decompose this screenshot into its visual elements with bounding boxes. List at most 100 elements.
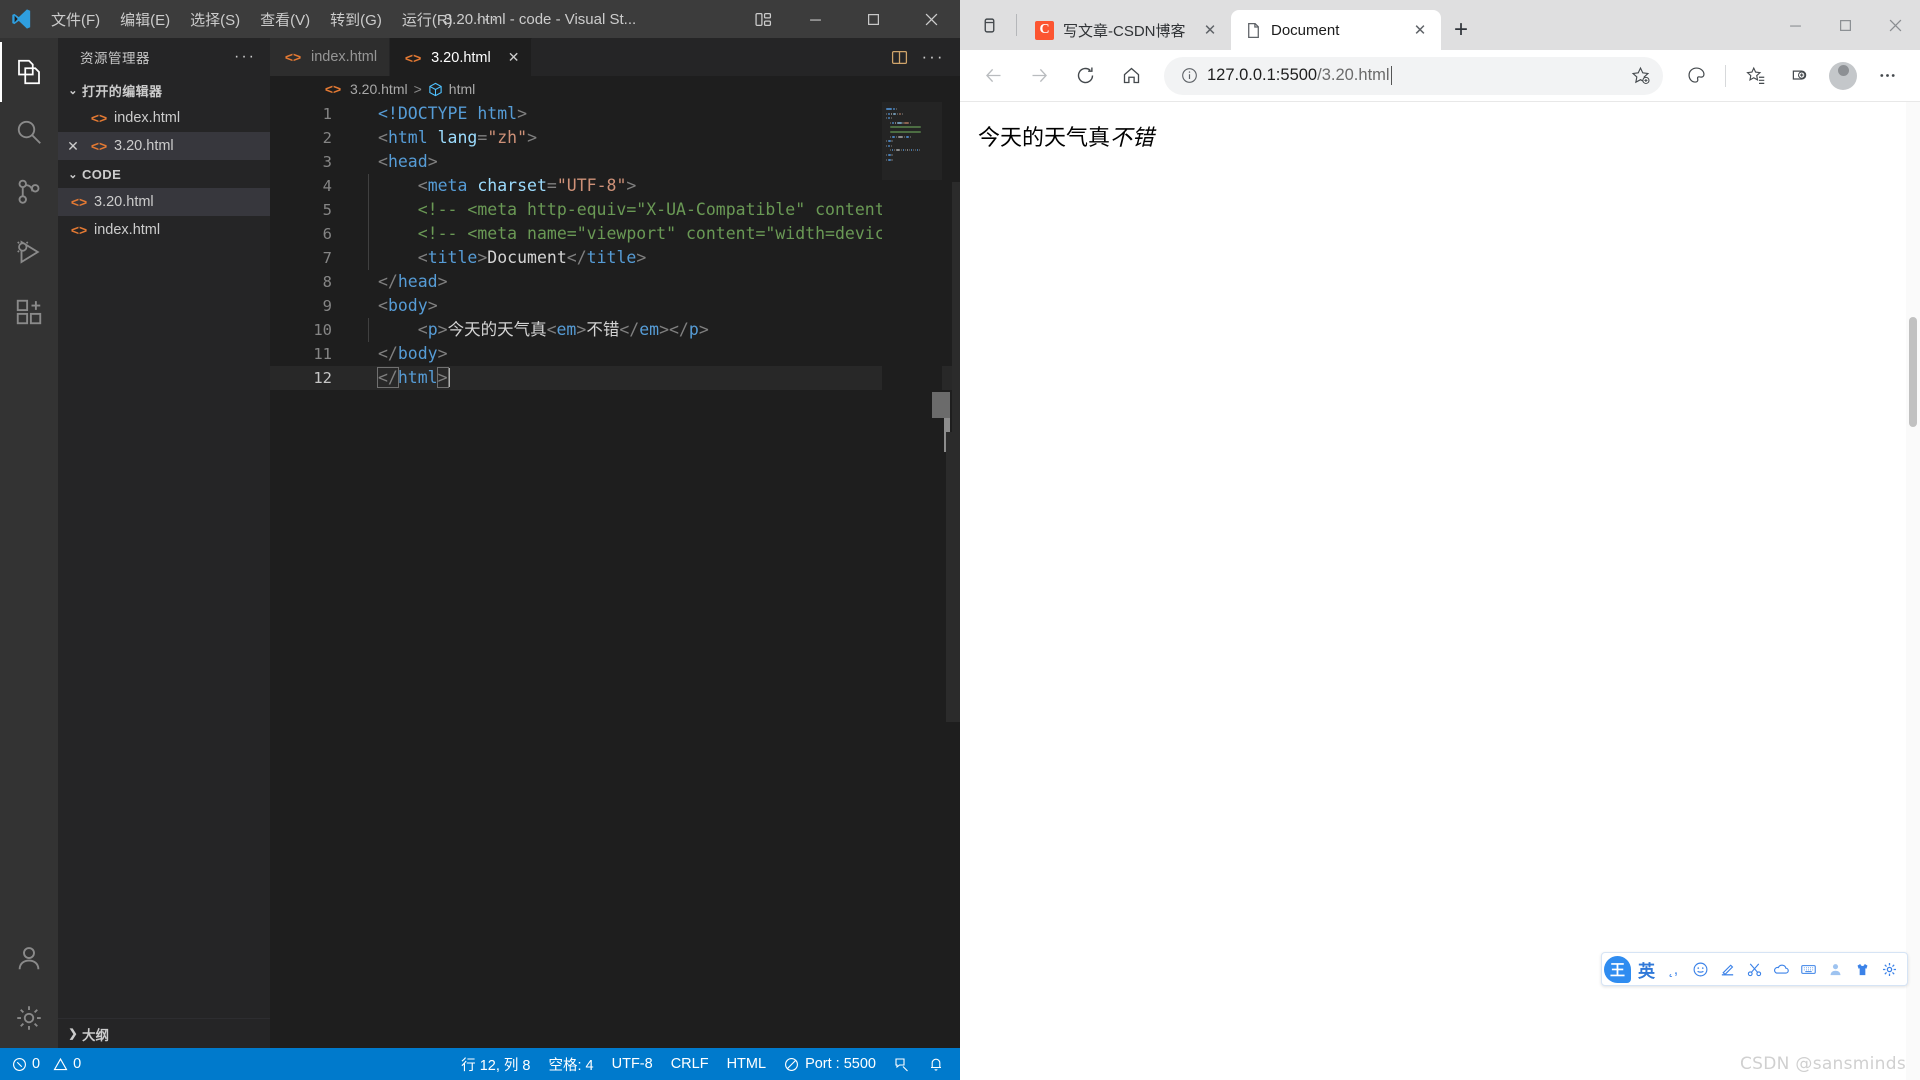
code-line-text[interactable]: <head> [358,150,438,174]
open-editors-section-header[interactable]: ⌄ 打开的编辑器 [58,76,270,104]
code-line[interactable]: 7 <title>Document</title> [270,246,960,270]
code-line[interactable]: 11 </body> [270,342,960,366]
code-line-text[interactable]: </head> [358,270,448,294]
editor-vertical-scrollbar[interactable] [942,102,960,1048]
status-problems[interactable]: 0 0 [12,1056,81,1072]
menu-selection[interactable]: 选择(S) [181,5,249,34]
status-live-server[interactable]: Port : 5500 [784,1056,876,1072]
code-line[interactable]: 4 <meta charset="UTF-8"> [270,174,960,198]
code-line[interactable]: 10 <p>今天的天气真<em>不错</em></p> [270,318,960,342]
address-bar[interactable]: 127.0.0.1:5500/3.20.html [1164,56,1663,95]
close-button[interactable] [902,0,960,38]
customize-layout-icon[interactable] [740,11,786,28]
site-info-icon[interactable] [1176,66,1199,85]
code-lines[interactable]: 1 <!DOCTYPE html> 2 <html lang="zh"> 3 <head>… [270,102,960,390]
code-line-text[interactable]: <!-- <meta http-equiv="X-UA-Compatible" … [358,198,914,222]
sidebar-item-explorer[interactable] [0,42,58,102]
sidebar-item-source-control[interactable] [0,162,58,222]
menu-file[interactable]: 文件(F) [42,5,109,34]
sidebar-item-accounts[interactable] [0,928,58,988]
code-line-text[interactable]: <meta charset="UTF-8"> [358,174,636,198]
user-icon[interactable] [1824,956,1847,982]
tab-index-html[interactable]: <> index.html [270,38,391,76]
close-button[interactable] [1870,0,1920,50]
browser-essentials-button[interactable] [1778,55,1820,97]
url-text[interactable]: 127.0.0.1:5500/3.20.html [1207,66,1622,85]
menu-more[interactable]: ··· [464,5,511,33]
code-line[interactable]: 8 </head> [270,270,960,294]
cloud-icon[interactable] [1770,956,1793,982]
file-row-320[interactable]: <> 3.20.html [58,188,270,216]
sidebar-item-search[interactable] [0,102,58,162]
sidebar-item-settings[interactable] [0,988,58,1048]
file-row-index[interactable]: <> index.html [58,216,270,244]
explorer-more-icon[interactable]: ··· [234,48,262,66]
browser-tab-document[interactable]: Document ✕ [1231,10,1441,50]
keyboard-icon[interactable] [1797,956,1820,982]
outline-section-header[interactable]: ❯ 大纲 [58,1018,270,1048]
maximize-button[interactable] [1820,0,1870,50]
profile-button[interactable] [1822,55,1864,97]
code-line[interactable]: 1 <!DOCTYPE html> [270,102,960,126]
sidebar-item-run-and-debug[interactable] [0,222,58,282]
code-line-text[interactable]: <html lang="zh"> [358,126,537,150]
status-encoding[interactable]: UTF-8 [612,1056,653,1072]
status-eol[interactable]: CRLF [671,1056,709,1072]
close-editor-icon[interactable]: ✕ [58,138,88,155]
code-line-text[interactable]: <!DOCTYPE html> [358,102,527,126]
browser-tab-csdn[interactable]: C 写文章-CSDN博客 ✕ [1021,10,1231,50]
status-cursor-position[interactable]: 行 12, 列 8 [461,1054,530,1075]
code-line[interactable]: 6 <!-- <meta name="viewport" content="wi… [270,222,960,246]
code-line[interactable]: 9 <body> [270,294,960,318]
collections-button[interactable] [1675,55,1717,97]
code-line-text[interactable]: <!-- <meta name="viewport" content="widt… [358,222,914,246]
new-tab-button[interactable]: + [1441,10,1481,50]
scrollbar-thumb[interactable] [1909,317,1917,427]
forward-button[interactable] [1018,55,1060,97]
menu-run[interactable]: 运行(R) [393,5,462,34]
folder-section-header[interactable]: ⌄ CODE [58,160,270,188]
more-actions-icon[interactable]: ··· [918,38,948,76]
open-editor-row-320[interactable]: ✕ <> 3.20.html [58,132,270,160]
close-tab-icon[interactable]: ✕ [508,49,520,66]
open-editor-row-index[interactable]: <> index.html [58,104,270,132]
code-line[interactable]: 2 <html lang="zh"> [270,126,960,150]
home-button[interactable] [1110,55,1152,97]
close-tab-icon[interactable]: ✕ [1201,21,1219,39]
code-line-text[interactable]: </body> [358,342,448,366]
punctuation-icon[interactable]: ˛, [1662,956,1685,982]
minimize-button[interactable] [1770,0,1820,50]
close-tab-icon[interactable]: ✕ [1411,21,1429,39]
menu-go[interactable]: 转到(G) [321,5,391,34]
ime-logo-icon[interactable]: 王 [1604,955,1631,983]
maximize-button[interactable] [844,0,902,38]
status-feedback[interactable] [894,1056,910,1072]
status-indentation[interactable]: 空格: 4 [548,1054,593,1075]
scissors-icon[interactable] [1743,956,1766,982]
code-line[interactable]: 12 </html> [270,366,960,390]
add-favorite-star-icon[interactable] [1630,65,1657,86]
breadcrumb-symbol[interactable]: html [449,81,475,97]
ime-mode-toggle[interactable]: 英 [1635,957,1658,982]
minimize-button[interactable] [786,0,844,38]
breadcrumb-file[interactable]: 3.20.html [350,81,408,97]
split-editor-icon[interactable] [884,38,914,76]
status-notifications[interactable] [928,1056,944,1072]
minimap[interactable] [882,102,942,1048]
status-language-mode[interactable]: HTML [727,1056,766,1072]
favorites-button[interactable] [1734,55,1776,97]
vscode-menubar[interactable]: 文件(F) 编辑(E) 选择(S) 查看(V) 转到(G) 运行(R) ··· [42,5,511,34]
emoji-icon[interactable] [1689,956,1712,982]
menu-edit[interactable]: 编辑(E) [111,5,179,34]
menu-view[interactable]: 查看(V) [251,5,319,34]
tab-320-html[interactable]: <> 3.20.html ✕ [390,38,533,76]
tab-actions-icon[interactable] [966,0,1012,50]
code-line-text[interactable]: <title>Document</title> [358,246,646,270]
settings-and-more-button[interactable] [1866,55,1908,97]
back-button[interactable] [972,55,1014,97]
code-editor[interactable]: 1 <!DOCTYPE html> 2 <html lang="zh"> 3 <head>… [270,102,960,1048]
code-line[interactable]: 5 <!-- <meta http-equiv="X-UA-Compatible… [270,198,960,222]
skin-icon[interactable] [1851,956,1874,982]
breadcrumb[interactable]: <> 3.20.html > html [270,76,960,102]
sidebar-item-extensions[interactable] [0,282,58,342]
